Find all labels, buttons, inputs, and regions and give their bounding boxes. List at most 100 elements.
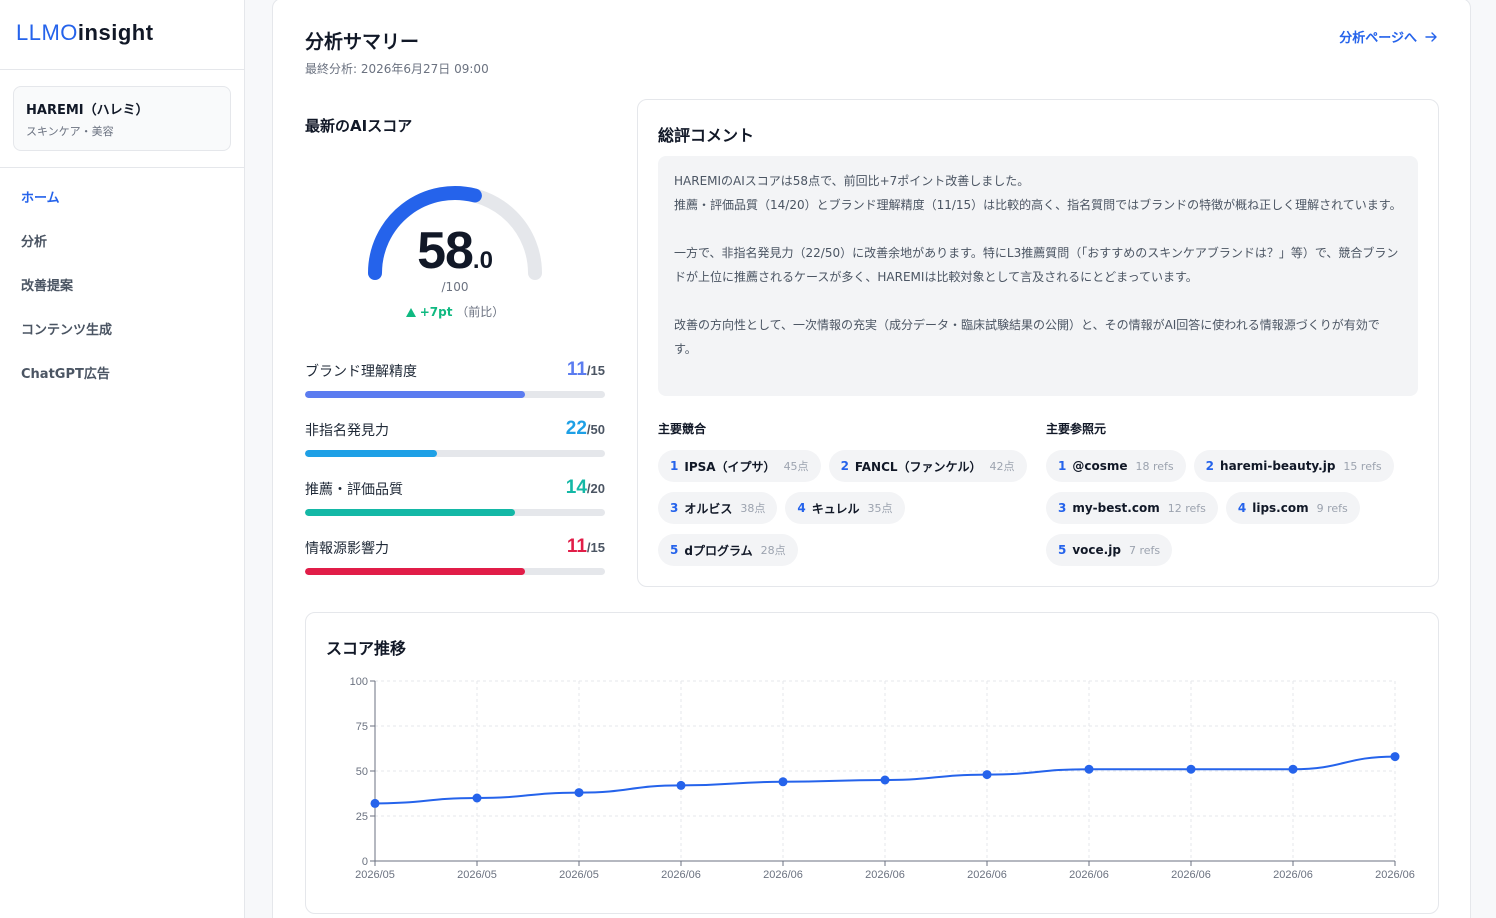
chip-name: オルビス: [684, 501, 733, 516]
chip-refs: 12 refs: [1167, 501, 1206, 515]
chip-name: @cosme: [1072, 459, 1128, 473]
competitors-title: 主要競合: [658, 422, 707, 436]
chip-name: キュレル: [811, 501, 860, 516]
competitor-chip[interactable]: 3 オルビス 38点: [658, 492, 778, 524]
chip-name: haremi-beauty.jp: [1220, 459, 1336, 473]
sidebar-item-chatgpt-ads[interactable]: ChatGPT広告: [0, 364, 244, 408]
metric-bar-track: [305, 509, 605, 516]
source-chip[interactable]: 5 voce.jp 7 refs: [1046, 534, 1173, 566]
metric-brand-understanding: ブランド理解精度 11/15: [305, 359, 605, 418]
competitor-chip[interactable]: 4 キュレル 35点: [785, 492, 905, 524]
chip-rank: 1: [1058, 459, 1067, 473]
sources-list: 1 @cosme 18 refs 2 haremi-beauty.jp 15 refs …: [1046, 450, 1416, 566]
metric-recommendation-quality: 推薦・評価品質 14/20: [305, 477, 605, 536]
x-tick-label: 2026/06: [1069, 869, 1109, 881]
metric-bar-fill: [305, 568, 525, 575]
comment-paragraph: 一方で、非指名発見力（22/50）に改善余地があります。特にL3推薦質問（「おす…: [674, 246, 1399, 284]
x-tick-label: 2026/05: [559, 869, 599, 881]
metric-source-influence: 情報源影響力 11/15: [305, 536, 605, 595]
arrow-right-icon: [1425, 31, 1437, 42]
chip-rank: 3: [1058, 501, 1067, 515]
data-point: [778, 777, 788, 787]
ai-score-diff-note: （前比）: [456, 305, 505, 319]
chip-refs: 18 refs: [1135, 459, 1174, 473]
chip-score: 45点: [783, 460, 809, 473]
chip-rank: 5: [670, 543, 679, 557]
ai-score-integer: 58: [417, 222, 474, 280]
brand-selector[interactable]: HAREMI（ハレミ） スキンケア・美容: [13, 86, 231, 151]
data-point: [982, 770, 992, 780]
source-chip[interactable]: 1 @cosme 18 refs: [1046, 450, 1186, 482]
ai-score-diff: +7pt （前比）: [305, 303, 605, 320]
summary-card: 分析サマリー 最終分析: 2026年6月27日 09:00 分析ページへ 最新の…: [272, 0, 1471, 918]
x-tick-label: 2026/06: [1171, 869, 1211, 881]
metric-bar-fill: [305, 391, 525, 398]
metric-max: /50: [586, 422, 605, 437]
x-tick-label: 2026/05: [457, 869, 497, 881]
source-chip[interactable]: 3 my-best.com 12 refs: [1046, 492, 1218, 524]
competitor-chip[interactable]: 1 IPSA（イプサ） 45点: [658, 450, 821, 482]
chip-score: 42点: [989, 460, 1015, 473]
brand-name: HAREMI（ハレミ）: [26, 103, 149, 118]
logo-part-llmo: LLMO: [16, 20, 78, 45]
data-point: [472, 793, 482, 803]
overall-comment-card: 総評コメント HAREMIのAIスコアは58点で、前回比+7ポイント改善しました…: [637, 99, 1439, 587]
x-tick-label: 2026/06: [967, 869, 1007, 881]
score-trend-card: 0 25 50 75 100 2026/05 2026/05 2026/05 2026/06 20…: [305, 612, 1439, 914]
chip-rank: 3: [670, 501, 679, 515]
sidebar-item-analysis[interactable]: 分析: [0, 232, 244, 276]
metric-score: 22: [565, 418, 587, 439]
metric-bar-fill: [305, 450, 437, 457]
sidebar-item-content-generation[interactable]: コンテンツ生成: [0, 320, 244, 364]
data-point: [1084, 764, 1094, 774]
overall-comment-text: HAREMIのAIスコアは58点で、前回比+7ポイント改善しました。 推薦・評価品…: [658, 156, 1418, 396]
source-chip[interactable]: 2 haremi-beauty.jp 15 refs: [1193, 450, 1394, 482]
metric-bar-track: [305, 450, 605, 457]
sidebar-item-home[interactable]: ホーム: [0, 188, 244, 232]
metric-score: 14: [565, 477, 587, 498]
score-breakdown: ブランド理解精度 11/15 非指名発見力 22/50 推薦・評価品質 14/2…: [305, 359, 605, 595]
brand-section: HAREMI（ハレミ） スキンケア・美容: [0, 70, 244, 168]
metric-bar-track: [305, 568, 605, 575]
chip-score: 38点: [740, 502, 766, 515]
competitor-chip[interactable]: 2 FANCL（ファンケル） 42点: [828, 450, 1027, 482]
app-logo[interactable]: LLMOinsight: [0, 0, 244, 70]
sidebar-nav: ホーム 分析 改善提案 コンテンツ生成 ChatGPT広告: [0, 168, 244, 408]
data-point: [676, 780, 686, 790]
chip-name: dプログラム: [684, 543, 753, 558]
analysis-page-link-label: 分析ページへ: [1339, 31, 1417, 46]
competitors-list: 1 IPSA（イプサ） 45点 2 FANCL（ファンケル） 42点 3 オルビス 38点 …: [658, 450, 1028, 566]
chip-refs: 15 refs: [1343, 459, 1382, 473]
metric-max: /15: [586, 540, 605, 555]
x-tick-label: 2026/05: [355, 869, 395, 881]
logo-part-insight: insight: [77, 20, 154, 45]
chip-rank: 5: [1058, 543, 1067, 557]
y-tick-label: 0: [362, 856, 368, 868]
chip-name: my-best.com: [1072, 501, 1160, 515]
chip-refs: 7 refs: [1128, 543, 1161, 557]
data-point: [1390, 752, 1400, 762]
ai-score-value: 58.0: [305, 221, 605, 281]
metric-score: 11: [566, 359, 587, 380]
x-tick-label: 2026/06: [1273, 869, 1313, 881]
y-tick-label: 100: [350, 676, 368, 688]
analysis-page-link[interactable]: 分析ページへ: [1339, 27, 1438, 46]
sources-title: 主要参照元: [1046, 422, 1107, 436]
source-chip[interactable]: 4 lips.com 9 refs: [1225, 492, 1360, 524]
data-point: [1186, 764, 1196, 774]
y-tick-label: 25: [356, 811, 368, 823]
chip-name: lips.com: [1252, 501, 1309, 515]
score-trend-chart: 0 25 50 75 100 2026/05 2026/05 2026/05 2026/06 20…: [350, 676, 1415, 881]
metric-label: 情報源影響力: [305, 541, 389, 557]
chip-name: FANCL（ファンケル）: [854, 459, 982, 474]
metric-max: /15: [586, 363, 605, 378]
sidebar-item-improvements[interactable]: 改善提案: [0, 276, 244, 320]
ai-score-decimal: .0: [472, 247, 493, 274]
score-trend-title: スコア推移: [326, 639, 407, 658]
y-tick-label: 50: [356, 766, 368, 778]
competitor-chip[interactable]: 5 dプログラム 28点: [658, 534, 798, 566]
chip-rank: 1: [670, 459, 679, 473]
metric-max: /20: [586, 481, 605, 496]
ai-score-diff-value: +7pt: [419, 305, 453, 319]
chip-rank: 2: [840, 459, 849, 473]
